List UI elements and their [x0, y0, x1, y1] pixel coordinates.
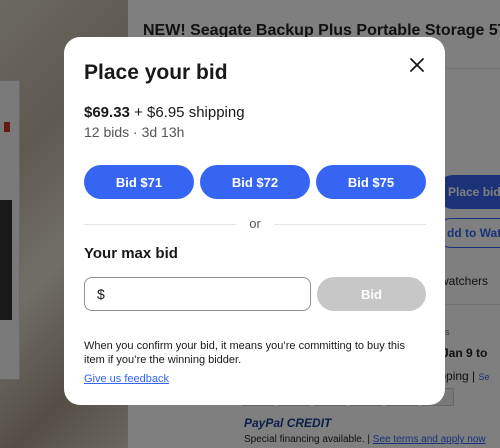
max-bid-field[interactable]: $ [84, 277, 311, 311]
dialog-title: Place your bid [84, 61, 228, 84]
close-icon [410, 58, 424, 72]
place-bid-dialog: Place your bid $69.33 + $6.95 shipping 1… [64, 37, 445, 405]
max-bid-input[interactable] [113, 282, 303, 306]
bid-disclaimer: When you confirm your bid, it means you’… [84, 340, 405, 366]
bid-75-button[interactable]: Bid $75 [316, 165, 426, 199]
currency-symbol: $ [97, 286, 105, 302]
or-divider: or [84, 216, 426, 232]
shipping-cost: + $6.95 shipping [134, 104, 245, 121]
current-price: $69.33 [84, 104, 130, 121]
bid-72-button[interactable]: Bid $72 [200, 165, 310, 199]
bid-71-button[interactable]: Bid $71 [84, 165, 194, 199]
bid-info: 12 bids · 3d 13h [84, 124, 185, 140]
quick-bid-options: Bid $71 Bid $72 Bid $75 [84, 165, 426, 199]
price-line: $69.33 + $6.95 shipping [84, 104, 245, 121]
give-feedback-link[interactable]: Give us feedback [84, 373, 169, 385]
submit-bid-button[interactable]: Bid [317, 277, 426, 311]
max-bid-label: Your max bid [84, 245, 178, 262]
close-button[interactable] [407, 55, 427, 75]
